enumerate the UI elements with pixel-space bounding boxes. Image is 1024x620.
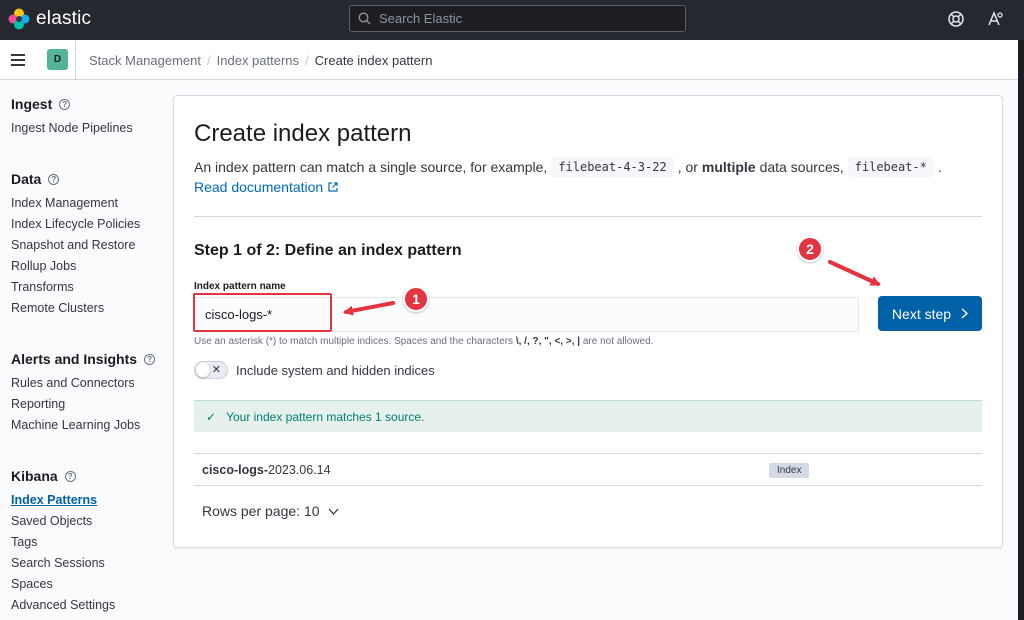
page-title: Create index pattern xyxy=(194,120,412,147)
description-text: An index pattern can match a single sour… xyxy=(194,159,548,175)
sidebar-group-label: Kibana xyxy=(11,468,58,484)
scrollbar[interactable] xyxy=(1018,40,1024,620)
sidebar-group-kibana: Kibana ? Index Patterns Saved Objects Ta… xyxy=(11,468,115,616)
sidebar-group-alerts: Alerts and Insights ? Rules and Connecto… xyxy=(11,351,156,436)
sidebar-item-machine-learning-jobs[interactable]: Machine Learning Jobs xyxy=(11,415,155,436)
example-code: filebeat-* xyxy=(847,157,934,177)
source-name-match: cisco-logs- xyxy=(202,462,268,477)
elastic-logo-icon xyxy=(8,8,30,30)
next-step-button[interactable]: Next step xyxy=(878,296,982,331)
sidebar-group-label: Ingest xyxy=(11,96,53,112)
elastic-logo[interactable]: elastic xyxy=(8,8,91,30)
annotation-marker-2: 2 xyxy=(797,236,823,262)
index-pattern-name-label: Index pattern name xyxy=(194,281,286,292)
help-text-suffix: are not allowed. xyxy=(582,336,654,347)
sidebar-item-advanced-settings[interactable]: Advanced Settings xyxy=(11,595,115,616)
sidebar-item-spaces[interactable]: Spaces xyxy=(11,574,115,595)
help-lifebuoy-icon[interactable] xyxy=(947,10,965,28)
menu-icon[interactable] xyxy=(11,54,25,66)
breadcrumb-bar: D Stack Management / Index patterns / Cr… xyxy=(0,40,1018,80)
sidebar-group-label: Alerts and Insights xyxy=(11,351,138,367)
sidebar-item-saved-objects[interactable]: Saved Objects xyxy=(11,511,115,532)
help-icon[interactable]: ? xyxy=(144,353,156,365)
example-code: filebeat-4-3-22 xyxy=(551,157,674,177)
read-documentation-link[interactable]: Read documentation xyxy=(194,179,338,195)
check-icon: ✓ xyxy=(206,409,217,424)
breadcrumb-separator: / xyxy=(207,53,211,68)
breadcrumb: Stack Management / Index patterns / Crea… xyxy=(89,53,432,68)
include-hidden-label: Include system and hidden indices xyxy=(236,362,435,378)
next-step-label: Next step xyxy=(891,305,952,322)
sidebar-item-ingest-node-pipelines[interactable]: Ingest Node Pipelines xyxy=(11,118,133,139)
sidebar-group-label: Data xyxy=(11,171,42,187)
sidebar-group-title: Data ? xyxy=(11,171,140,187)
breadcrumb-separator: / xyxy=(305,53,309,68)
sidebar-group-title: Alerts and Insights ? xyxy=(11,351,156,367)
feedback-icon[interactable] xyxy=(986,10,1004,28)
success-callout: ✓ Your index pattern matches 1 source. xyxy=(194,400,982,432)
matching-sources-table: cisco-logs-2023.06.14 Index xyxy=(194,453,982,486)
sidebar-item-snapshot-and-restore[interactable]: Snapshot and Restore xyxy=(11,235,140,256)
include-hidden-toggle-row: ✕ Include system and hidden indices xyxy=(194,361,435,379)
sidebar-item-search-sessions[interactable]: Search Sessions xyxy=(11,553,115,574)
table-row: cisco-logs-2023.06.14 Index xyxy=(194,453,982,486)
type-badge: Index xyxy=(769,463,810,478)
description-bold: multiple xyxy=(701,159,756,175)
help-text-chars: \, /, ?, ", <, >, | xyxy=(515,336,581,347)
source-name: cisco-logs-2023.06.14 xyxy=(202,463,331,477)
callout-text: Your index pattern matches 1 source. xyxy=(226,409,425,424)
sidebar-group-title: Ingest ? xyxy=(11,96,133,112)
annotation-marker-1: 1 xyxy=(403,286,429,312)
sidebar-item-rules-and-connectors[interactable]: Rules and Connectors xyxy=(11,373,155,394)
sidebar-item-transforms[interactable]: Transforms xyxy=(11,277,140,298)
app-name: elastic xyxy=(36,8,92,29)
external-link-icon xyxy=(328,182,338,192)
sidebar-group-data: Data ? Index Management Index Lifecycle … xyxy=(11,171,140,319)
description-text: , or xyxy=(677,159,698,175)
include-hidden-toggle[interactable]: ✕ xyxy=(194,361,228,379)
source-name-rest: 2023.06.14 xyxy=(268,462,331,477)
sidebar-group-title: Kibana ? xyxy=(11,468,115,484)
top-header: elastic Search Elastic xyxy=(0,0,1024,40)
chevron-down-icon xyxy=(328,508,339,515)
divider xyxy=(194,216,982,217)
rows-per-page-selector[interactable]: Rows per page: 10 xyxy=(202,503,339,519)
chevron-right-icon xyxy=(961,308,969,319)
help-icon[interactable]: ? xyxy=(48,173,60,185)
space-avatar[interactable]: D xyxy=(47,49,68,70)
help-text-prefix: Use an asterisk (*) to match multiple in… xyxy=(194,336,514,347)
annotation-highlight-box xyxy=(193,293,332,332)
sidebar-item-index-management[interactable]: Index Management xyxy=(11,193,140,214)
divider xyxy=(75,40,76,80)
toggle-knob xyxy=(196,363,210,377)
step-title: Step 1 of 2: Define an index pattern xyxy=(194,242,462,259)
global-search[interactable]: Search Elastic xyxy=(349,5,686,32)
sidebar-item-remote-clusters[interactable]: Remote Clusters xyxy=(11,298,140,319)
breadcrumb-index-patterns[interactable]: Index patterns xyxy=(217,53,299,68)
breadcrumb-stack-management[interactable]: Stack Management xyxy=(89,53,201,68)
description-text: . xyxy=(937,159,942,175)
description-text: data sources, xyxy=(759,159,844,175)
help-icon[interactable]: ? xyxy=(59,98,71,110)
sidebar-item-index-lifecycle-policies[interactable]: Index Lifecycle Policies xyxy=(11,214,140,235)
create-index-pattern-panel: Create index pattern An index pattern ca… xyxy=(173,95,1003,548)
help-icon[interactable]: ? xyxy=(64,470,76,482)
sidebar-item-reporting[interactable]: Reporting xyxy=(11,394,155,415)
sidebar-item-index-patterns[interactable]: Index Patterns xyxy=(11,490,115,511)
description: An index pattern can match a single sour… xyxy=(194,157,942,177)
index-pattern-help-text: Use an asterisk (*) to match multiple in… xyxy=(194,336,653,347)
breadcrumb-current: Create index pattern xyxy=(314,53,433,68)
doc-link-label: Read documentation xyxy=(194,179,324,195)
sidebar-group-ingest: Ingest ? Ingest Node Pipelines xyxy=(11,96,133,139)
cross-icon: ✕ xyxy=(211,364,221,376)
search-input[interactable]: Search Elastic xyxy=(379,11,462,26)
search-icon xyxy=(358,12,371,25)
sidebar-item-rollup-jobs[interactable]: Rollup Jobs xyxy=(11,256,140,277)
sidebar: Ingest ? Ingest Node Pipelines Data ? In… xyxy=(0,80,165,620)
rows-per-page-label: Rows per page: 10 xyxy=(202,503,320,519)
sidebar-item-tags[interactable]: Tags xyxy=(11,532,115,553)
